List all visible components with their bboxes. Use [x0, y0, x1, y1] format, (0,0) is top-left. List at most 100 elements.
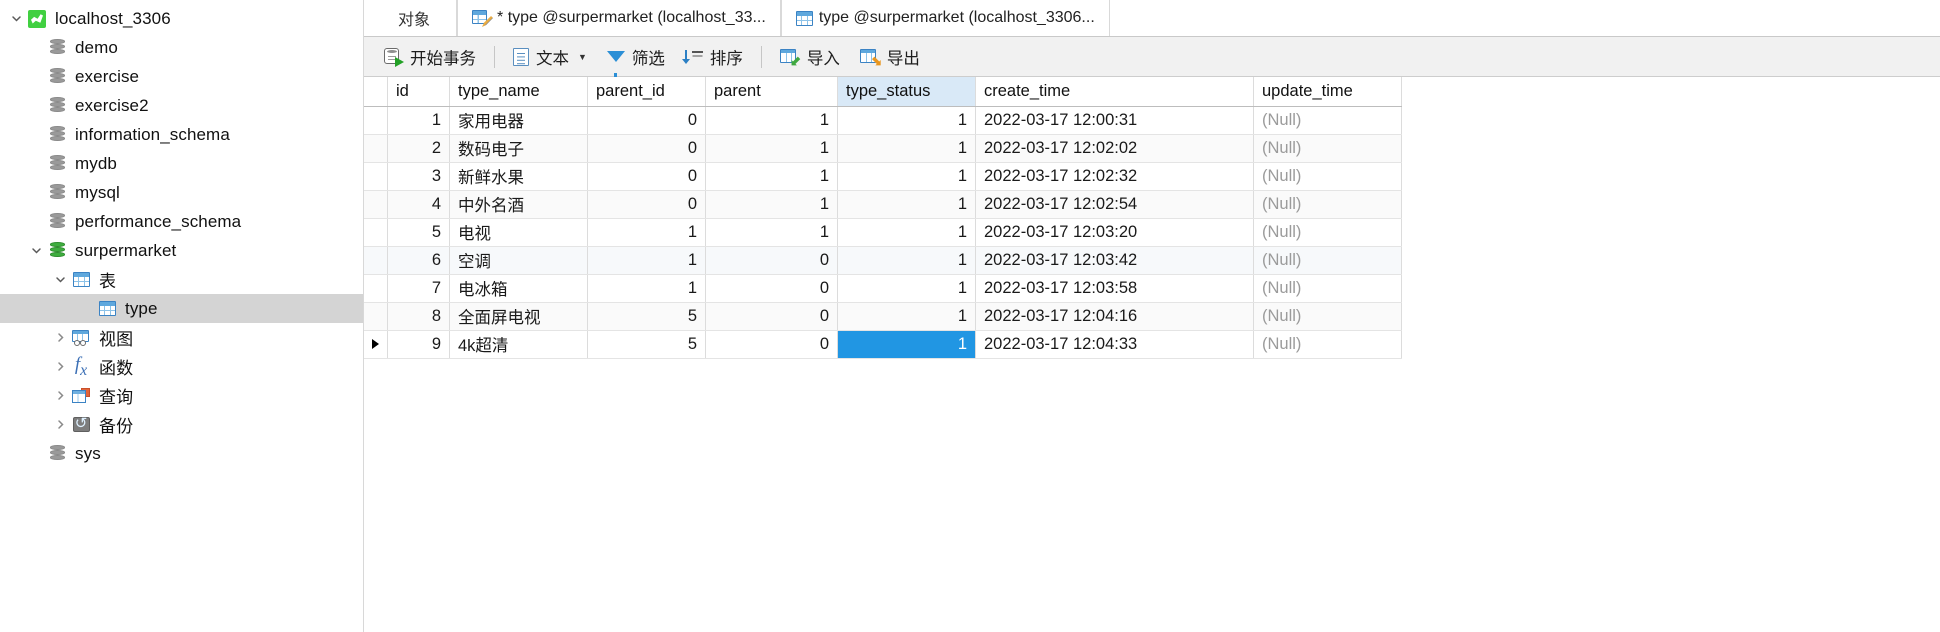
table-row[interactable]: 1 家用电器 0 1 1 2022-03-17 12:00:31 (Null) — [364, 106, 1402, 135]
cell-type_status[interactable]: 1 — [837, 246, 976, 275]
column-header-type_status[interactable]: type_status — [837, 77, 976, 107]
cell-parent_id[interactable]: 0 — [587, 190, 706, 219]
row-marker[interactable] — [364, 218, 388, 247]
tree-item-information_schema[interactable]: information_schema — [0, 120, 363, 149]
column-header-type_name[interactable]: type_name — [449, 77, 588, 107]
cell-type_status[interactable]: 1 — [837, 134, 976, 163]
cell-parent[interactable]: 1 — [705, 106, 838, 135]
cell-create_time[interactable]: 2022-03-17 12:02:32 — [975, 162, 1254, 191]
column-header-id[interactable]: id — [387, 77, 450, 107]
tree-item-exercise2[interactable]: exercise2 — [0, 91, 363, 120]
tree-item-视图[interactable]: 视图 — [0, 323, 363, 352]
cell-id[interactable]: 4 — [387, 190, 450, 219]
tab-table-designer[interactable]: * type @surpermarket (localhost_33... — [457, 0, 781, 36]
cell-update_time[interactable]: (Null) — [1253, 190, 1402, 219]
cell-create_time[interactable]: 2022-03-17 12:03:58 — [975, 274, 1254, 303]
cell-parent_id[interactable]: 1 — [587, 218, 706, 247]
chevron-right-icon[interactable] — [50, 419, 70, 430]
row-marker[interactable] — [364, 162, 388, 191]
tree-item-exercise[interactable]: exercise — [0, 62, 363, 91]
cell-update_time[interactable]: (Null) — [1253, 162, 1402, 191]
cell-type_status[interactable]: 1 — [837, 162, 976, 191]
data-grid-body[interactable]: 1 家用电器 0 1 1 2022-03-17 12:00:31 (Null) 2 数码电子 0 1… — [364, 106, 1402, 359]
cell-parent_id[interactable]: 0 — [587, 162, 706, 191]
tab-bar[interactable]: 对象 * type @surpermarket (localhost_33...… — [364, 0, 1940, 37]
tree-item-performance_schema[interactable]: performance_schema — [0, 207, 363, 236]
cell-id[interactable]: 5 — [387, 218, 450, 247]
chevron-down-icon[interactable]: ▼ — [578, 52, 587, 62]
tree-item-mydb[interactable]: mydb — [0, 149, 363, 178]
sort-button[interactable]: 排序 — [675, 42, 753, 72]
row-marker[interactable] — [364, 246, 388, 275]
cell-id[interactable]: 9 — [387, 330, 450, 359]
row-marker[interactable] — [364, 302, 388, 331]
table-row[interactable]: 3 新鲜水果 0 1 1 2022-03-17 12:02:32 (Null) — [364, 162, 1402, 191]
cell-type_status[interactable]: 1 — [837, 106, 976, 135]
cell-id[interactable]: 7 — [387, 274, 450, 303]
chevron-down-icon[interactable] — [26, 245, 46, 256]
table-row[interactable]: 6 空调 1 0 1 2022-03-17 12:03:42 (Null) — [364, 246, 1402, 275]
tree-item-查询[interactable]: 查询 — [0, 381, 363, 410]
cell-update_time[interactable]: (Null) — [1253, 330, 1402, 359]
export-button[interactable]: ⬊ 导出 — [850, 42, 930, 72]
chevron-right-icon[interactable] — [50, 332, 70, 343]
tab-objects[interactable]: 对象 — [372, 0, 458, 36]
cell-type_name[interactable]: 中外名酒 — [449, 190, 588, 219]
cell-update_time[interactable]: (Null) — [1253, 274, 1402, 303]
data-grid[interactable]: id type_name parent_id parent type_status cre… — [364, 77, 1402, 359]
cell-parent[interactable]: 0 — [705, 302, 838, 331]
begin-transaction-button[interactable]: 开始事务 — [374, 42, 486, 72]
tree-item-sys[interactable]: sys — [0, 439, 363, 468]
cell-type_name[interactable]: 电冰箱 — [449, 274, 588, 303]
cell-parent[interactable]: 1 — [705, 218, 838, 247]
cell-parent_id[interactable]: 1 — [587, 246, 706, 275]
cell-update_time[interactable]: (Null) — [1253, 302, 1402, 331]
connection-tree[interactable]: localhost_3306 demo exercise exercise2 infor… — [0, 4, 363, 468]
cell-parent[interactable]: 1 — [705, 190, 838, 219]
cell-create_time[interactable]: 2022-03-17 12:02:02 — [975, 134, 1254, 163]
data-grid-header-row[interactable]: id type_name parent_id parent type_status cre… — [364, 77, 1402, 107]
row-marker[interactable] — [364, 190, 388, 219]
cell-type_name[interactable]: 空调 — [449, 246, 588, 275]
import-button[interactable]: ⬋ 导入 — [770, 42, 850, 72]
cell-id[interactable]: 1 — [387, 106, 450, 135]
column-header-parent_id[interactable]: parent_id — [587, 77, 706, 107]
cell-id[interactable]: 8 — [387, 302, 450, 331]
data-grid-container[interactable]: id type_name parent_id parent type_status cre… — [364, 77, 1940, 632]
cell-type_status[interactable]: 1 — [837, 218, 976, 247]
cell-create_time[interactable]: 2022-03-17 12:04:16 — [975, 302, 1254, 331]
data-toolbar[interactable]: 开始事务 文本 ▼ 筛选 排序 ⬋ 导入 ⬊ 导出 — [364, 37, 1940, 79]
cell-update_time[interactable]: (Null) — [1253, 106, 1402, 135]
cell-update_time[interactable]: (Null) — [1253, 218, 1402, 247]
cell-parent_id[interactable]: 0 — [587, 134, 706, 163]
row-marker[interactable] — [364, 274, 388, 303]
chevron-down-icon[interactable] — [6, 13, 26, 24]
table-row[interactable]: 7 电冰箱 1 0 1 2022-03-17 12:03:58 (Null) — [364, 274, 1402, 303]
cell-id[interactable]: 2 — [387, 134, 450, 163]
object-tree-sidebar[interactable]: localhost_3306 demo exercise exercise2 infor… — [0, 0, 364, 632]
cell-create_time[interactable]: 2022-03-17 12:04:33 — [975, 330, 1254, 359]
cell-parent[interactable]: 0 — [705, 330, 838, 359]
filter-button[interactable]: 筛选 — [597, 42, 675, 79]
cell-type_name[interactable]: 家用电器 — [449, 106, 588, 135]
cell-create_time[interactable]: 2022-03-17 12:03:42 — [975, 246, 1254, 275]
cell-type_status[interactable]: 1 — [837, 302, 976, 331]
row-marker[interactable] — [364, 134, 388, 163]
cell-parent[interactable]: 0 — [705, 246, 838, 275]
cell-parent[interactable]: 1 — [705, 134, 838, 163]
text-view-button[interactable]: 文本 ▼ — [503, 42, 597, 72]
table-row[interactable]: 2 数码电子 0 1 1 2022-03-17 12:02:02 (Null) — [364, 134, 1402, 163]
tree-item-表[interactable]: 表 — [0, 265, 363, 294]
cell-parent_id[interactable]: 5 — [587, 330, 706, 359]
cell-id[interactable]: 3 — [387, 162, 450, 191]
row-marker[interactable] — [364, 330, 388, 359]
cell-create_time[interactable]: 2022-03-17 12:00:31 — [975, 106, 1254, 135]
tree-item-type[interactable]: type — [0, 294, 363, 323]
cell-type_status[interactable]: 1 — [837, 274, 976, 303]
tree-item-surpermarket[interactable]: surpermarket — [0, 236, 363, 265]
tree-item-localhost_3306[interactable]: localhost_3306 — [0, 4, 363, 33]
cell-parent_id[interactable]: 5 — [587, 302, 706, 331]
chevron-right-icon[interactable] — [50, 361, 70, 372]
table-row[interactable]: 4 中外名酒 0 1 1 2022-03-17 12:02:54 (Null) — [364, 190, 1402, 219]
column-header-update_time[interactable]: update_time — [1253, 77, 1402, 107]
